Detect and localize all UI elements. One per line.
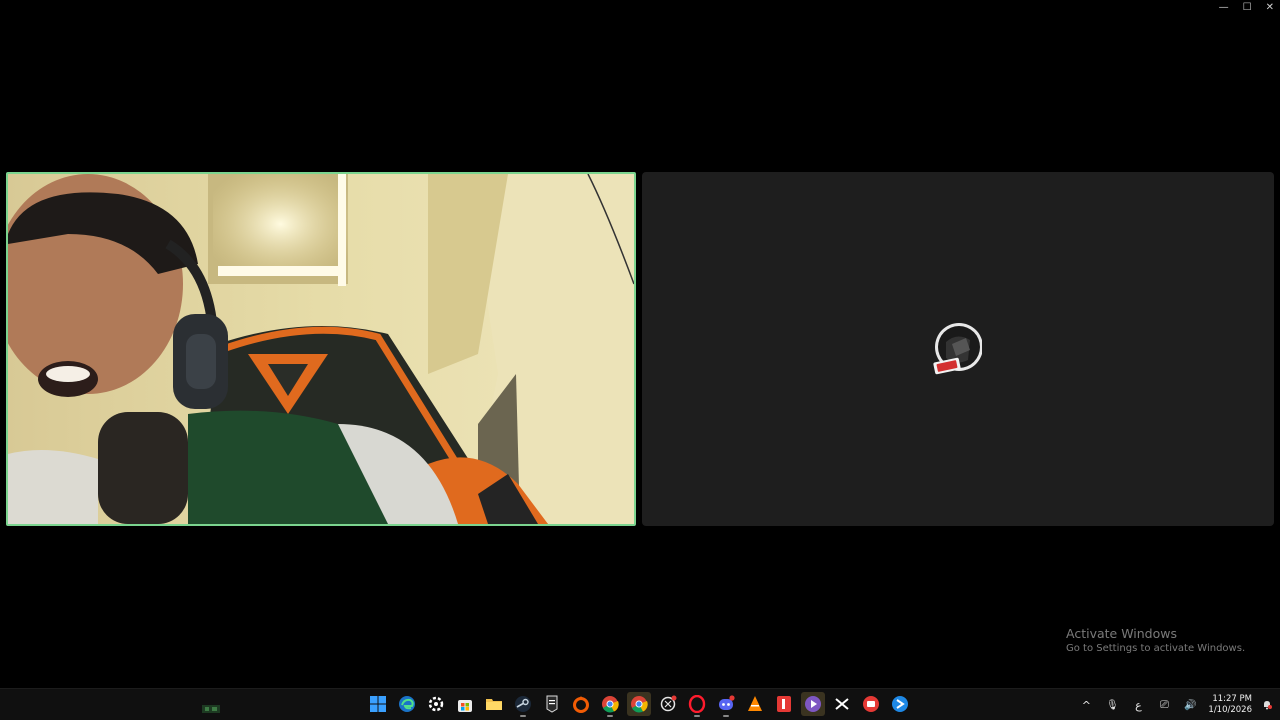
system-tray: ^ 🎙 ع ⎚ 🔊 11:27 PM 1/10/2026 — [1078, 689, 1272, 720]
taskbar-vlc[interactable] — [743, 692, 767, 716]
epic-games-icon — [546, 695, 558, 713]
app-red-circle-icon — [863, 696, 879, 712]
taskbar-blue-app[interactable] — [888, 692, 912, 716]
taskbar-widget-icon[interactable] — [200, 703, 222, 715]
taskbar-red-circle-app[interactable] — [859, 692, 883, 716]
store-icon — [458, 700, 472, 712]
chatgpt-icon — [660, 695, 677, 712]
language-indicator[interactable]: ع — [1130, 699, 1146, 712]
taskbar-steelseries[interactable] — [424, 692, 448, 716]
clock-time: 11:27 PM — [1212, 694, 1252, 704]
microphone-icon[interactable]: 🎙 — [1104, 700, 1120, 711]
avatar — [933, 323, 982, 375]
media-player-icon — [805, 696, 821, 712]
taskbar-apps — [366, 692, 912, 717]
edge-icon — [399, 696, 415, 712]
origin-icon — [573, 696, 589, 713]
maximize-button[interactable]: ☐ — [1243, 2, 1252, 14]
chrome-icon — [602, 696, 619, 713]
taskbar-steam[interactable] — [511, 692, 535, 717]
vlc-icon — [748, 696, 762, 711]
clock-date: 1/10/2026 — [1208, 705, 1252, 715]
taskbar: ^ 🎙 ع ⎚ 🔊 11:27 PM 1/10/2026 — [0, 688, 1280, 720]
taskbar-chrome[interactable] — [598, 692, 622, 717]
activate-subtitle: Go to Settings to activate Windows. — [1066, 643, 1246, 654]
taskbar-chatgpt[interactable] — [656, 692, 680, 716]
file-explorer-icon — [486, 699, 502, 710]
capcut-icon — [835, 698, 849, 710]
steelseries-icon — [428, 696, 444, 712]
minimize-button[interactable]: — — [1219, 2, 1229, 14]
start-icon — [370, 696, 386, 712]
close-button[interactable]: ✕ — [1266, 2, 1274, 14]
activate-windows-watermark: Activate Windows Go to Settings to activ… — [1066, 626, 1245, 656]
chrome-icon — [631, 696, 648, 713]
start-button[interactable] — [366, 692, 390, 716]
camera-feed — [8, 174, 634, 524]
taskbar-epic-games[interactable] — [540, 692, 564, 716]
network-icon[interactable]: ⎚ — [1156, 698, 1172, 712]
opera-icon — [688, 695, 706, 713]
participant-video-tile[interactable] — [6, 172, 636, 526]
taskbar-file-explorer[interactable] — [482, 692, 506, 716]
taskbar-edge[interactable] — [395, 692, 419, 716]
app-red-icon — [777, 696, 791, 712]
taskbar-store[interactable] — [453, 692, 477, 716]
clock[interactable]: 11:27 PM 1/10/2026 — [1208, 694, 1252, 716]
window-controls: — ☐ ✕ — [1219, 2, 1274, 14]
desktop-stage: — ☐ ✕ Activate Windows Go to Settings to… — [0, 0, 1280, 720]
taskbar-red-app[interactable] — [772, 692, 796, 716]
discord-icon — [719, 695, 735, 710]
activate-title: Activate Windows — [1066, 626, 1177, 641]
notification-bell-icon[interactable] — [1262, 700, 1272, 710]
participant-avatar-tile[interactable] — [642, 172, 1274, 526]
taskbar-capcut[interactable] — [830, 692, 854, 716]
taskbar-discord[interactable] — [714, 692, 738, 717]
taskbar-origin[interactable] — [569, 692, 593, 716]
taskbar-media-player[interactable] — [801, 692, 825, 716]
volume-icon[interactable]: 🔊 — [1182, 700, 1198, 711]
taskbar-chrome-2[interactable] — [627, 692, 651, 716]
app-blue-icon — [892, 696, 908, 712]
tray-chevron-icon[interactable]: ^ — [1078, 699, 1094, 712]
taskbar-opera[interactable] — [685, 692, 709, 717]
steam-icon — [515, 696, 531, 712]
